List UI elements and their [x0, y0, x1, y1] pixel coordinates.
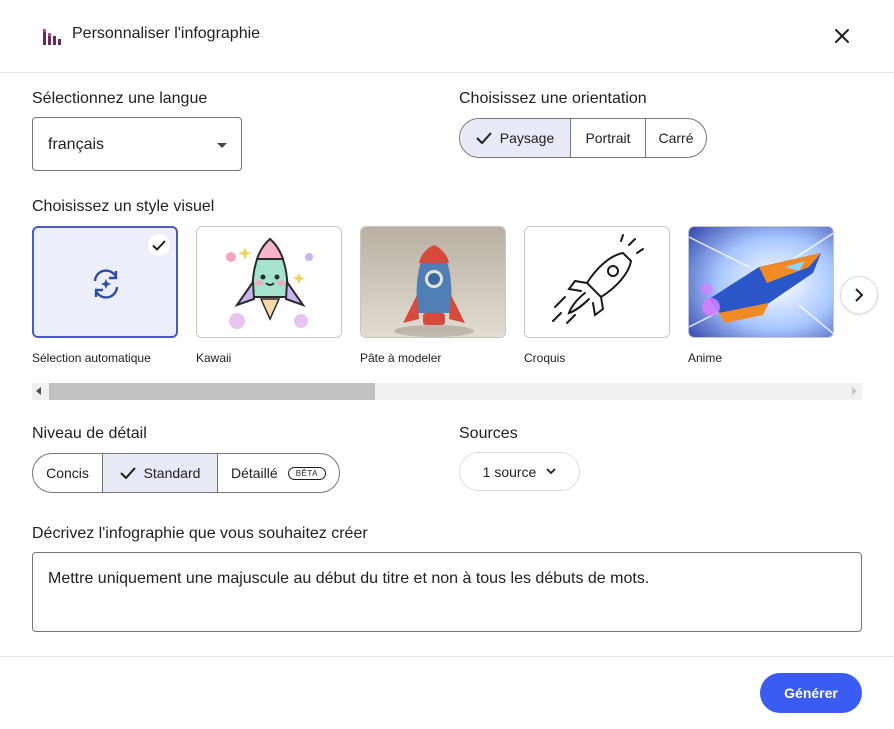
detail-option-label: Détaillé: [230, 465, 278, 481]
selected-check-badge: [148, 234, 170, 256]
language-value: français: [48, 136, 105, 153]
orientation-option-portrait[interactable]: Portrait: [571, 119, 646, 157]
detail-option-label: Standard: [143, 465, 201, 481]
footer-divider: [0, 656, 894, 657]
orientation-option-label: Paysage: [499, 130, 555, 146]
auto-refresh-icon: [93, 269, 119, 299]
style-card-label: Kawaii: [196, 351, 232, 365]
check-icon: [152, 239, 166, 251]
scrollbar-thumb[interactable]: [49, 383, 375, 400]
detail-label: Niveau de détail: [32, 425, 147, 442]
check-icon: [476, 132, 492, 144]
customize-infographic-dialog: Personnaliser l'infographie Sélectionnez…: [0, 0, 894, 729]
generate-button[interactable]: Générer: [760, 673, 862, 713]
chevron-right-icon: [855, 288, 864, 302]
dropdown-arrow-icon: [217, 143, 227, 148]
orientation-option-label: Carré: [658, 130, 694, 146]
language-label: Sélectionnez une langue: [32, 90, 208, 107]
style-card-label: Pâte à modeler: [360, 351, 442, 365]
detail-option-label: Concis: [46, 465, 89, 481]
sources-button-label: 1 source: [482, 463, 537, 480]
style-card-label: Anime: [688, 351, 723, 365]
sources-label: Sources: [459, 425, 518, 442]
style-card-label: Sélection automatique: [32, 351, 151, 365]
detail-option-concis[interactable]: Concis: [33, 454, 103, 492]
anime-ship-image: [689, 227, 833, 337]
scroll-right-arrow-icon[interactable]: [852, 387, 857, 395]
sketch-rocket-image: [525, 227, 669, 337]
style-card-auto[interactable]: [32, 226, 178, 338]
dialog-header: Personnaliser l'infographie: [0, 0, 894, 73]
orientation-segmented-control: Paysage Portrait Carré: [459, 118, 707, 158]
orientation-option-paysage[interactable]: Paysage: [460, 119, 571, 157]
scroll-left-arrow-icon[interactable]: [36, 387, 41, 395]
close-icon: [835, 29, 849, 43]
style-carousel-next-button[interactable]: [840, 276, 878, 314]
kawaii-rocket-image: [197, 227, 341, 337]
style-card-clay[interactable]: [360, 226, 506, 338]
check-icon: [119, 467, 136, 479]
orientation-option-label: Portrait: [585, 130, 631, 146]
style-card-sketch[interactable]: [524, 226, 670, 338]
infographic-icon: [43, 29, 61, 45]
dialog-title: Personnaliser l'infographie: [72, 25, 261, 42]
clay-rocket-image: [361, 227, 505, 337]
style-card-label: Croquis: [524, 351, 566, 365]
description-label: Décrivez l'infographie que vous souhaite…: [32, 525, 368, 542]
style-card-anime[interactable]: [688, 226, 834, 338]
orientation-label: Choisissez une orientation: [459, 90, 647, 107]
style-carousel-scrollbar[interactable]: [32, 383, 862, 400]
detail-option-standard[interactable]: Standard: [103, 454, 218, 492]
sources-button[interactable]: 1 source: [459, 452, 580, 491]
beta-badge: BÊTA: [287, 466, 326, 480]
language-select[interactable]: français: [32, 117, 242, 171]
style-card-kawaii[interactable]: [196, 226, 342, 338]
close-button[interactable]: [826, 20, 858, 52]
detail-segmented-control: Concis Standard Détaillé BÊTA: [32, 453, 340, 493]
description-textarea[interactable]: Mettre uniquement une majuscule au début…: [32, 552, 862, 632]
style-label: Choisissez un style visuel: [32, 198, 215, 215]
detail-option-detaille[interactable]: Détaillé BÊTA: [218, 454, 339, 492]
chevron-down-icon: [546, 468, 556, 475]
orientation-option-carre[interactable]: Carré: [646, 119, 706, 157]
